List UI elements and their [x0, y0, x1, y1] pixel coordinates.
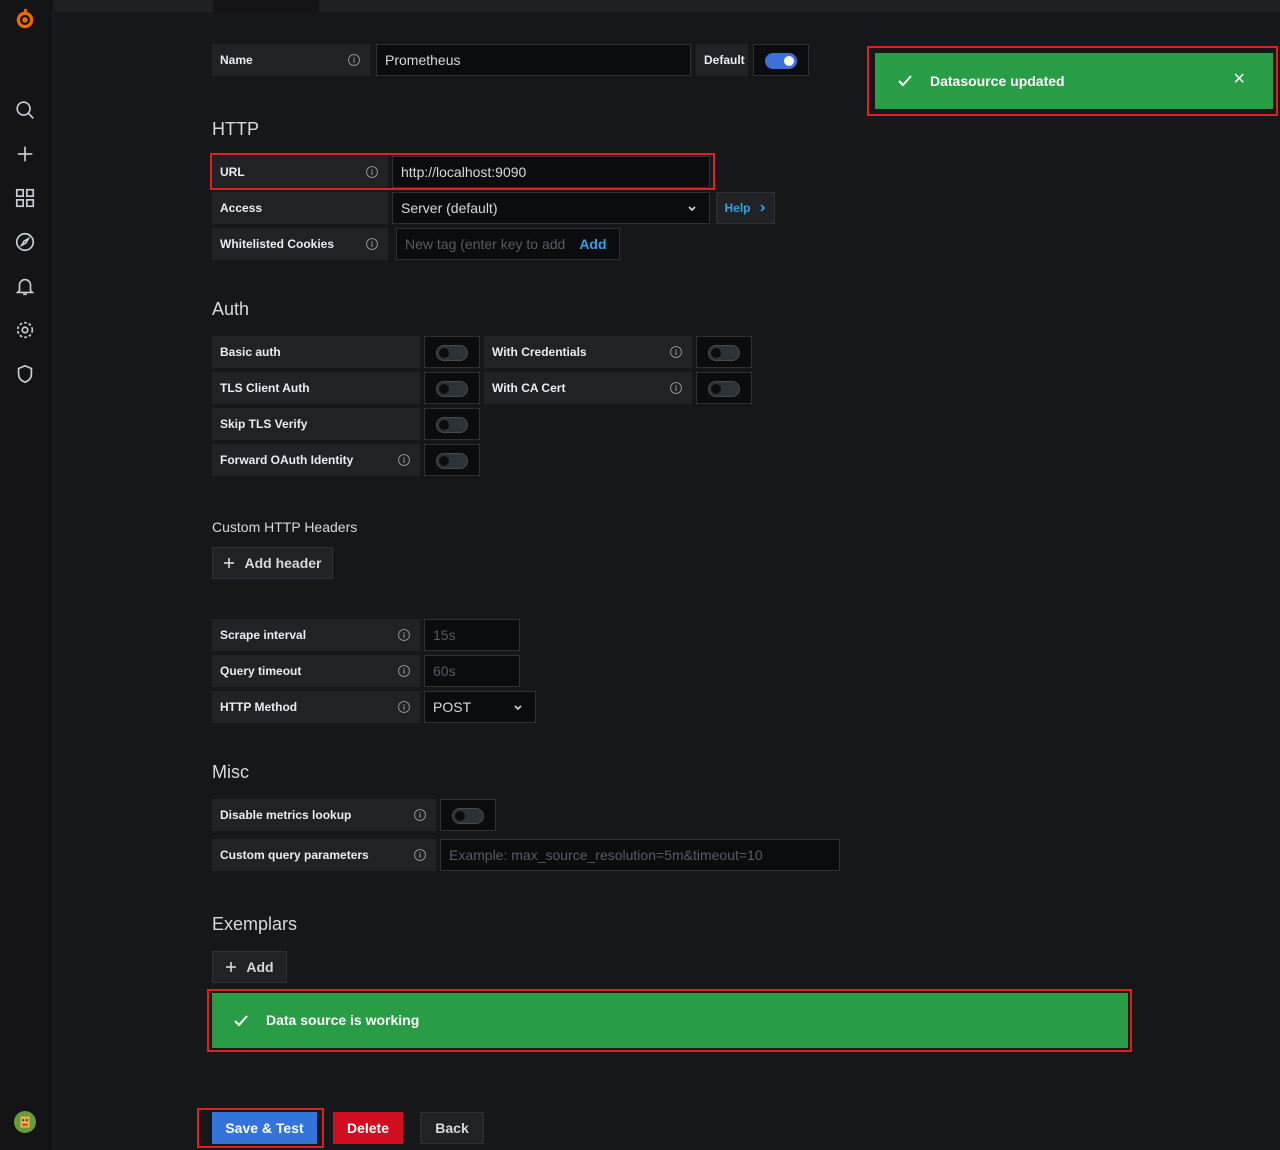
basic-auth-label: Basic auth: [212, 336, 420, 368]
basic-auth-toggle-box: [424, 336, 480, 368]
help-label: Help: [724, 201, 751, 215]
with-credentials-toggle-box: [696, 336, 752, 368]
info-icon[interactable]: i: [398, 701, 410, 713]
with-ca-cert-label: With CA Cert i: [484, 372, 692, 404]
misc-section-title: Misc: [212, 762, 249, 782]
alert-highlight: [207, 989, 1132, 1052]
chevron-down-icon: [514, 705, 522, 711]
info-icon[interactable]: i: [366, 238, 378, 250]
forward-oauth-label: Forward OAuth Identity i: [212, 444, 420, 476]
url-highlight: [210, 153, 715, 190]
info-icon[interactable]: i: [398, 629, 410, 641]
http-method-value: POST: [433, 699, 472, 715]
name-label: Name i: [212, 44, 370, 76]
info-icon[interactable]: i: [670, 382, 682, 394]
help-button[interactable]: Help: [716, 192, 775, 224]
query-timeout-text: Query timeout: [220, 664, 302, 678]
custom-query-params-label: Custom query parameters i: [212, 839, 436, 871]
forward-oauth-toggle[interactable]: [436, 453, 468, 469]
name-input[interactable]: Prometheus: [376, 44, 691, 76]
default-label: Default: [696, 44, 748, 76]
tls-client-auth-toggle-box: [424, 372, 480, 404]
info-icon[interactable]: i: [414, 849, 426, 861]
add-header-label: Add header: [244, 555, 322, 571]
explore-compass-icon[interactable]: [13, 230, 37, 254]
http-method-label: HTTP Method i: [212, 691, 420, 723]
forward-oauth-toggle-box: [424, 444, 480, 476]
top-tab-strip: [55, 0, 1280, 12]
tls-client-auth-toggle[interactable]: [436, 381, 468, 397]
auth-section-title: Auth: [212, 299, 250, 319]
query-timeout-label: Query timeout i: [212, 655, 420, 687]
cookies-add-button[interactable]: Add: [579, 236, 606, 252]
with-credentials-toggle[interactable]: [708, 345, 740, 361]
search-icon[interactable]: [13, 98, 37, 122]
chevron-right-icon: [759, 204, 765, 212]
disable-metrics-lookup-toggle-box: [440, 799, 496, 831]
skip-tls-verify-toggle-box: [424, 408, 480, 440]
toast-highlight: [867, 46, 1278, 116]
plus-icon: [226, 962, 237, 972]
default-toggle-box: [753, 44, 809, 76]
http-section-title: HTTP: [212, 119, 259, 139]
delete-button[interactable]: Delete: [333, 1112, 403, 1144]
info-icon[interactable]: i: [398, 454, 410, 466]
add-exemplar-button[interactable]: Add: [212, 951, 287, 983]
settings-gear-icon[interactable]: [13, 318, 37, 342]
access-select-value: Server (default): [401, 200, 498, 216]
info-icon[interactable]: i: [414, 809, 426, 821]
info-icon[interactable]: i: [670, 346, 682, 358]
disable-metrics-lookup-text: Disable metrics lookup: [220, 808, 352, 822]
disable-metrics-lookup-toggle[interactable]: [452, 808, 484, 824]
basic-auth-toggle[interactable]: [436, 345, 468, 361]
http-method-select[interactable]: POST: [424, 691, 536, 723]
name-label-text: Name: [220, 53, 253, 67]
chevron-down-icon: [688, 206, 696, 212]
with-ca-cert-toggle-box: [696, 372, 752, 404]
whitelisted-cookies-text: Whitelisted Cookies: [220, 237, 335, 251]
add-exemplar-label: Add: [246, 959, 274, 975]
alerting-bell-icon[interactable]: [13, 274, 37, 298]
cookies-placeholder: New tag (enter key to add: [405, 236, 566, 252]
with-ca-cert-text: With CA Cert: [492, 381, 566, 395]
query-timeout-input[interactable]: 60s: [424, 655, 520, 687]
with-credentials-text: With Credentials: [492, 345, 587, 359]
access-label: Access: [212, 192, 388, 224]
whitelisted-cookies-label: Whitelisted Cookies i: [212, 228, 388, 260]
info-icon[interactable]: i: [348, 54, 360, 66]
default-toggle[interactable]: [765, 53, 797, 69]
tls-client-auth-label: TLS Client Auth: [212, 372, 420, 404]
sidebar: [0, 0, 54, 1150]
custom-query-params-input[interactable]: Example: max_source_resolution=5m&timeou…: [440, 839, 840, 871]
plus-icon[interactable]: [13, 142, 37, 166]
cookies-tag-input[interactable]: New tag (enter key to add Add: [396, 228, 620, 260]
scrape-interval-text: Scrape interval: [220, 628, 307, 642]
back-button[interactable]: Back: [420, 1112, 484, 1144]
save-highlight: [197, 1108, 324, 1148]
access-select[interactable]: Server (default): [392, 192, 710, 224]
active-tab[interactable]: [213, 0, 319, 12]
skip-tls-verify-label: Skip TLS Verify: [212, 408, 420, 440]
add-header-button[interactable]: Add header: [212, 547, 333, 579]
disable-metrics-lookup-label: Disable metrics lookup i: [212, 799, 436, 831]
exemplars-section-title: Exemplars: [212, 914, 298, 934]
grafana-logo-icon[interactable]: [13, 7, 37, 31]
plus-icon: [224, 558, 235, 568]
shield-icon[interactable]: [13, 362, 37, 386]
custom-query-params-text: Custom query parameters: [220, 848, 369, 862]
skip-tls-verify-toggle[interactable]: [436, 417, 468, 433]
http-method-text: HTTP Method: [220, 700, 298, 714]
custom-headers-title: Custom HTTP Headers: [212, 519, 358, 535]
avatar[interactable]: [13, 1110, 37, 1134]
with-credentials-label: With Credentials i: [484, 336, 692, 368]
forward-oauth-text: Forward OAuth Identity: [220, 453, 354, 467]
scrape-interval-label: Scrape interval i: [212, 619, 420, 651]
dashboards-icon[interactable]: [13, 186, 37, 210]
with-ca-cert-toggle[interactable]: [708, 381, 740, 397]
info-icon[interactable]: i: [398, 665, 410, 677]
scrape-interval-input[interactable]: 15s: [424, 619, 520, 651]
